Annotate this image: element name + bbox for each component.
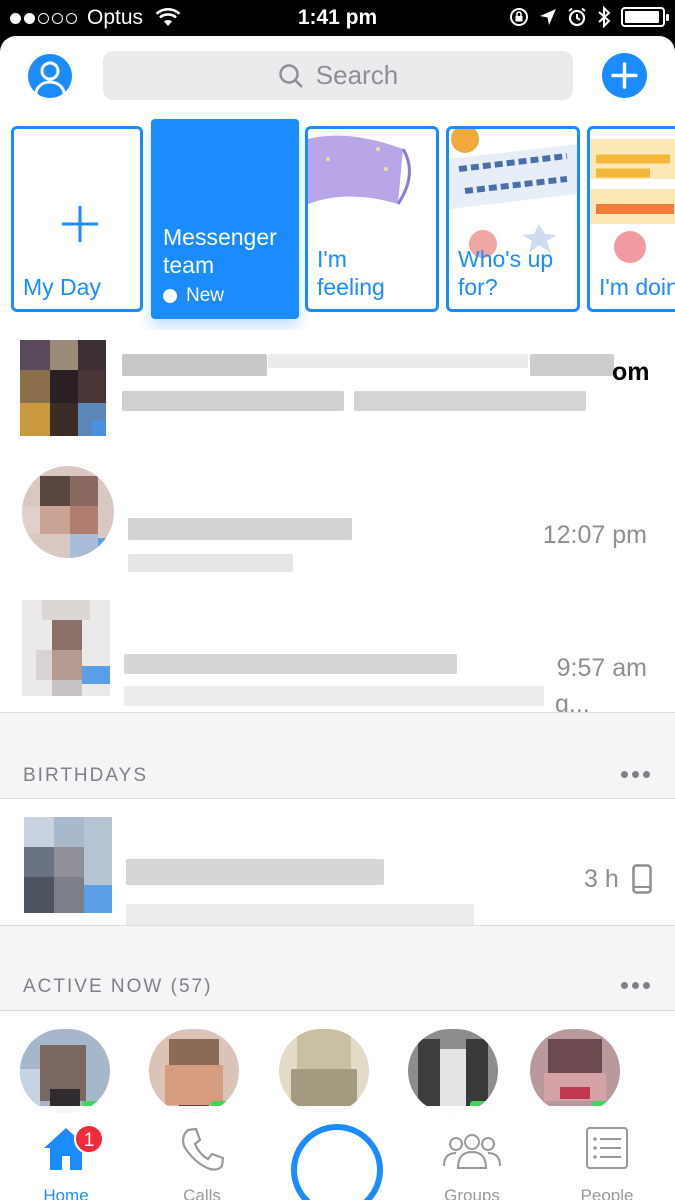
search-bar[interactable]: Search [103,51,573,100]
story-im-feeling[interactable]: I'm feeling [305,126,439,312]
story-label: My Day [23,274,101,300]
top-bar: Search [0,36,675,116]
avatar [22,600,110,696]
bluetooth-icon [598,6,611,28]
person-icon [34,61,66,95]
story-label: I'm doin [599,274,675,300]
new-dot-icon [163,289,177,303]
story-im-doing[interactable]: I'm doin [587,126,675,312]
more-options-icon[interactable] [621,982,650,989]
stories-row: My Day Messenger team New I'm feeling Wh… [0,118,675,330]
plus-icon [611,62,638,89]
conversation-time: 12:07 pm [542,521,647,549]
contact-name-redacted [268,354,528,368]
birthday-row[interactable]: 3 h [0,799,675,926]
section-title: BIRTHDAYS [23,765,148,786]
profile-button[interactable] [28,54,72,98]
message-preview-redacted [126,904,474,926]
search-icon [279,63,303,88]
contact-name-redacted [126,859,384,885]
active-contact-avatar[interactable] [279,1029,369,1113]
story-label: Messenger team [163,224,277,278]
tab-label: People [580,1186,634,1200]
birthday-time: 3 h [584,865,619,893]
story-label: I'm feeling [317,246,385,300]
carrier-name: Optus [87,6,144,29]
story-label: Who's up for? [458,246,554,300]
moon-sticker-image [308,135,411,205]
tab-label: Home [43,1186,89,1200]
contact-name-redacted [128,518,352,540]
add-story-icon [62,206,98,242]
rotation-lock-icon [510,8,528,26]
active-contact-avatar[interactable] [408,1029,498,1113]
contact-name-redacted [122,354,267,376]
groups-icon [443,1134,501,1169]
location-icon [540,9,556,25]
notification-badge: 1 [74,1124,104,1154]
avatar [20,340,106,436]
battery-icon [621,7,669,27]
conversation-row[interactable]: om [0,336,675,444]
carrier-info: Optus [10,6,181,30]
message-preview-redacted [122,391,344,411]
conversation-row[interactable]: g... 9:57 am [0,586,675,718]
phone-icon [182,1127,224,1171]
conversation-time: om [612,358,650,386]
story-my-day[interactable]: My Day [11,126,143,312]
camera-button[interactable] [291,1124,383,1200]
avatar [22,466,114,558]
time-redacted [530,354,614,376]
tab-label: Groups [444,1186,500,1200]
list-icon [586,1127,628,1169]
avatar [24,817,112,913]
tab-label: Calls [183,1186,221,1200]
status-bar: Optus 1:41 pm [0,0,675,36]
mobile-icon [632,864,652,894]
wifi-icon [155,8,181,26]
status-icons [509,6,669,28]
divider [0,1010,675,1011]
story-whos-up-for[interactable]: Who's up for? [446,126,580,312]
section-title: ACTIVE NOW (57) [23,976,213,997]
alarm-icon [568,7,586,27]
active-contact-avatar[interactable] [530,1029,620,1113]
birthdays-section-header: BIRTHDAYS [0,713,675,798]
tab-bar: 1 Home Calls Groups People [0,1106,675,1200]
more-options-icon[interactable] [621,771,650,778]
search-placeholder: Search [315,60,399,90]
active-contact-avatar[interactable] [149,1029,239,1113]
contact-name-redacted [124,654,457,674]
signal-strength-icon [10,12,77,24]
messenger-home: Search My Day Messenger team New I'm fee… [0,36,675,1200]
message-preview-redacted [124,686,544,706]
active-contact-avatar[interactable] [20,1029,110,1113]
new-tag: New [163,285,224,307]
message-preview-redacted [128,554,293,572]
active-now-section-header: ACTIVE NOW (57) [0,926,675,1010]
adventure-sticker-image [449,129,577,258]
story-messenger-team[interactable]: Messenger team New [151,119,299,319]
sticker-image [590,139,675,263]
new-tag-label: New [186,285,225,306]
compose-button[interactable] [602,53,647,98]
conversation-time: 9:57 am [556,654,647,682]
message-preview-redacted [354,391,586,411]
conversation-row[interactable]: 12:07 pm [0,454,675,584]
